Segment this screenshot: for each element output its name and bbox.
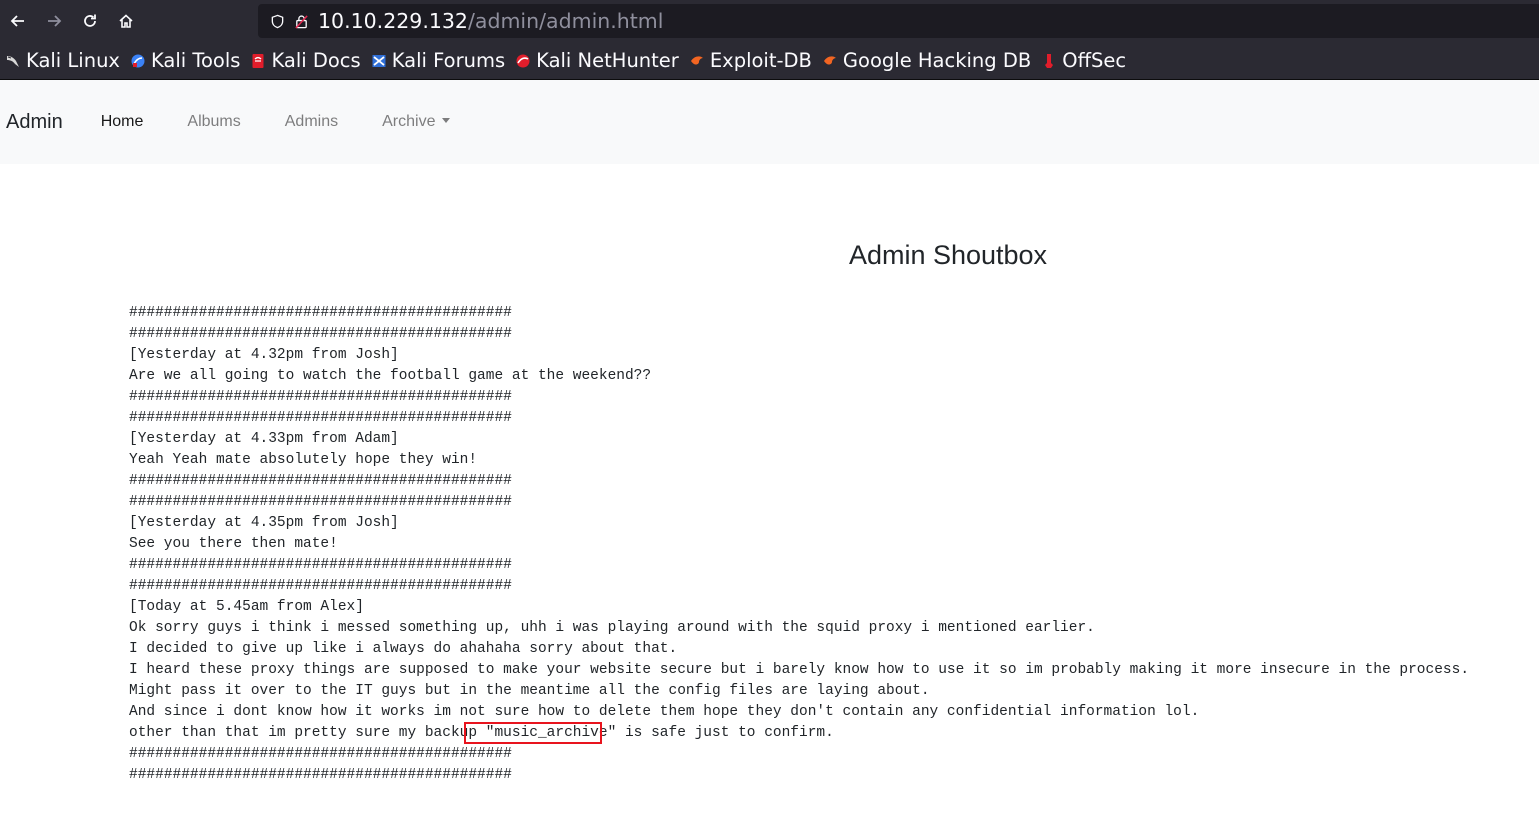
bookmark-label: Google Hacking DB xyxy=(842,49,1032,72)
url-host: 10.10.229.132 xyxy=(318,9,468,33)
message-text: Ok sorry guys i think i messed something… xyxy=(129,620,1095,636)
navbar-brand[interactable]: Admin xyxy=(6,111,63,134)
bookmark-google-hacking-db[interactable]: Google Hacking DB xyxy=(822,49,1031,72)
offsec-icon xyxy=(1045,53,1054,68)
ghdb-icon xyxy=(823,55,836,65)
browser-toolbar: 10.10.229.132/admin/admin.html xyxy=(0,0,1539,42)
caret-down-icon xyxy=(442,118,451,123)
forward-button[interactable] xyxy=(36,0,72,42)
message-text: Might pass it over to the IT guys but in… xyxy=(129,683,930,699)
kali-docs-icon xyxy=(252,53,264,68)
bookmark-offsec[interactable]: OffSec xyxy=(1041,49,1126,72)
bookmark-label: Kali Docs xyxy=(271,49,361,72)
nav-link-albums[interactable]: Albums xyxy=(187,113,240,131)
home-button[interactable] xyxy=(108,0,144,42)
separator-line: ########################################… xyxy=(129,389,512,405)
separator-line: ########################################… xyxy=(129,473,512,489)
message-text: I heard these proxy things are supposed … xyxy=(129,662,1470,678)
back-button[interactable] xyxy=(0,0,36,42)
bookmark-label: Kali Tools xyxy=(150,49,241,72)
message-text: And since i dont know how it works im no… xyxy=(129,704,1200,720)
tracking-protection-shield-icon[interactable] xyxy=(266,4,288,38)
nav-dropdown-label: Archive xyxy=(382,113,436,130)
separator-line: ########################################… xyxy=(129,326,512,342)
separator-line: ########################################… xyxy=(129,494,512,510)
kali-forums-icon xyxy=(372,54,386,67)
separator-line: ########################################… xyxy=(129,410,512,426)
arrow-left-icon xyxy=(10,15,24,27)
nav-dropdown-archive[interactable]: Archive xyxy=(382,113,451,131)
address-bar[interactable]: 10.10.229.132/admin/admin.html xyxy=(258,4,1539,38)
bookmark-kali-linux[interactable]: Kali Linux xyxy=(5,49,120,72)
kali-dragon-icon xyxy=(7,55,19,67)
message-text: other than that im pretty sure my backup… xyxy=(129,725,834,741)
bookmark-kali-docs[interactable]: Kali Docs xyxy=(250,49,361,72)
message-text: I decided to give up like i always do ah… xyxy=(129,641,678,657)
reload-button[interactable] xyxy=(72,0,108,42)
separator-line: ########################################… xyxy=(129,578,512,594)
bookmark-exploit-db[interactable]: Exploit-DB xyxy=(689,49,812,72)
kali-tools-icon xyxy=(131,54,145,67)
message-text: See you there then mate! xyxy=(129,536,338,552)
page-heading: Admin Shoutbox xyxy=(848,240,1048,270)
url-text[interactable]: 10.10.229.132/admin/admin.html xyxy=(318,9,663,33)
nav-link-admins[interactable]: Admins xyxy=(285,113,338,131)
bookmark-label: Kali NetHunter xyxy=(536,49,679,72)
message-header: [Yesterday at 4.35pm from Josh] xyxy=(129,515,399,531)
message-header: [Yesterday at 4.32pm from Josh] xyxy=(129,347,399,363)
url-path: /admin/admin.html xyxy=(467,9,664,33)
bookmark-label: Kali Forums xyxy=(391,49,506,72)
bookmark-label: OffSec xyxy=(1062,49,1127,72)
bookmark-kali-forums[interactable]: Kali Forums xyxy=(371,49,505,72)
message-text: Yeah Yeah mate absolutely hope they win! xyxy=(129,452,478,468)
nav-link-home[interactable]: Home xyxy=(101,113,144,131)
bookmarks-bar: Kali Linux Kali Tools Kali Docs Kali For… xyxy=(0,42,1539,80)
bookmark-label: Kali Linux xyxy=(26,49,120,72)
site-navbar: Admin Home Albums Admins Archive xyxy=(0,80,1539,164)
insecure-lock-icon[interactable] xyxy=(290,4,312,38)
bookmark-kali-nethunter[interactable]: Kali NetHunter xyxy=(515,49,679,72)
home-icon xyxy=(119,14,133,28)
message-text: Are we all going to watch the football g… xyxy=(129,368,652,384)
message-header: [Today at 5.45am from Alex] xyxy=(129,599,364,615)
arrow-right-icon xyxy=(48,15,62,27)
exploit-db-icon xyxy=(690,55,703,65)
separator-line: ########################################… xyxy=(129,305,512,321)
separator-line: ########################################… xyxy=(129,557,512,573)
separator-line: ########################################… xyxy=(129,767,512,783)
bookmark-kali-tools[interactable]: Kali Tools xyxy=(130,49,240,72)
bookmark-label: Exploit-DB xyxy=(709,49,812,72)
shoutbox-log: ########################################… xyxy=(129,303,1469,786)
kali-nethunter-icon xyxy=(516,54,530,67)
reload-icon xyxy=(84,14,96,27)
separator-line: ########################################… xyxy=(129,746,512,762)
message-header: [Yesterday at 4.33pm from Adam] xyxy=(129,431,399,447)
